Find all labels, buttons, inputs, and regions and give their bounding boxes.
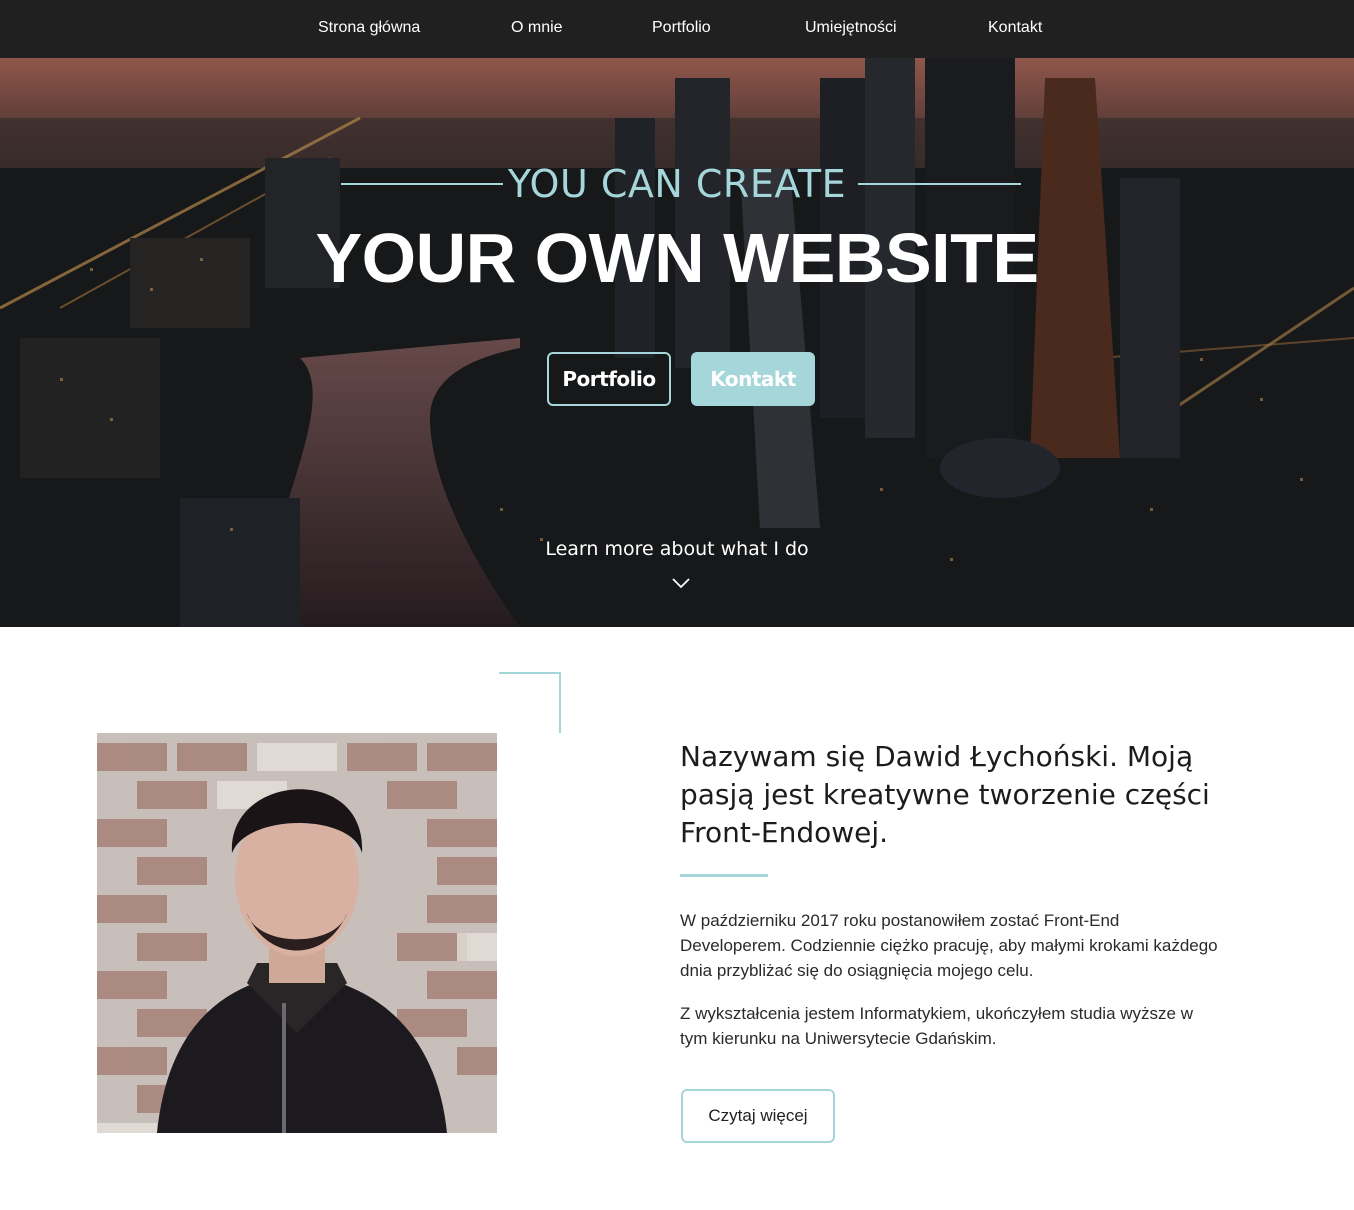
nav-link-about[interactable]: O mnie — [511, 0, 563, 58]
heading-underline — [680, 874, 768, 877]
portfolio-button[interactable]: Portfolio — [547, 352, 671, 406]
nav-link-contact[interactable]: Kontakt — [988, 0, 1042, 58]
read-more-button[interactable]: Czytaj więcej — [681, 1089, 835, 1143]
hero-title: YOUR OWN WEBSITE — [315, 219, 1039, 297]
hero-section: YOU CAN CREATE YOUR OWN WEBSITE Portfoli… — [0, 58, 1354, 627]
about-heading: Nazywam się Dawid Łychoński. Moją pasją … — [680, 740, 1210, 849]
nav-link-portfolio[interactable]: Portfolio — [652, 0, 711, 58]
hero-kicker: YOU CAN CREATE — [507, 162, 847, 206]
nav-link-home[interactable]: Strona główna — [318, 0, 420, 58]
contact-button[interactable]: Kontakt — [691, 352, 815, 406]
corner-decoration — [499, 672, 561, 733]
about-paragraph: Z wykształcenia jestem Informatykiem, uk… — [680, 1004, 1193, 1048]
learn-more-link[interactable]: Learn more about what I do — [0, 538, 1354, 560]
nav-link-skills[interactable]: Umiejętności — [805, 0, 897, 58]
about-paragraph: W październiku 2017 roku postanowiłem zo… — [680, 911, 1218, 980]
chevron-down-icon[interactable] — [671, 576, 691, 590]
top-navigation: Strona główna O mnie Portfolio Umiejętno… — [0, 0, 1354, 58]
profile-photo — [97, 733, 497, 1133]
